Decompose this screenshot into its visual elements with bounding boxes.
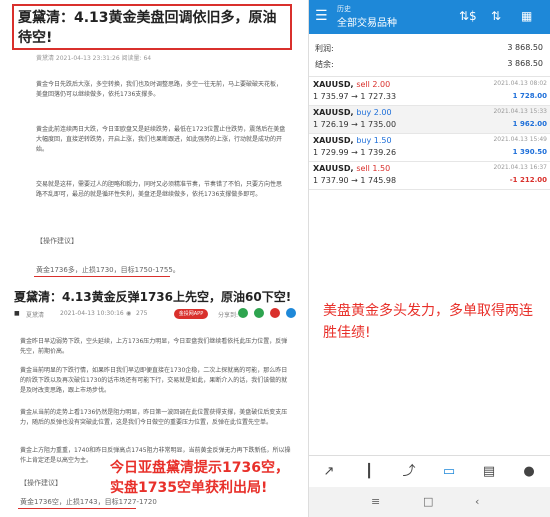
article1-op-label: 【操作建议】 [36, 237, 78, 245]
position-prices: 1 729.99 → 1 739.26 [313, 148, 397, 157]
position-direction: buy 2.00 [356, 108, 392, 117]
qq-share-icon[interactable] [286, 308, 296, 318]
eye-icon: ◉ [126, 310, 132, 317]
balance-value: 3 868.50 [507, 59, 543, 68]
article2-time: 2021-04-13 10:30:16 [60, 310, 124, 317]
position-profit: -1 212.00 [509, 176, 547, 184]
article2-share-label: 分享到: [218, 312, 239, 319]
position-row[interactable]: XAUUSD, sell 1.50 1 737.90 → 1 745.98 2021… [309, 162, 550, 190]
overlay-annotation: 今日亚盘黛清提示1736空， [110, 460, 289, 476]
article2-op-label: 【操作建议】 [20, 479, 62, 487]
article2-paragraph: 黄金从当前的走势上看1736仍然是阻力明显，昨日第一波回调在此位置获得支撑，美盘… [20, 409, 288, 426]
position-time: 2021.04.13 15:49 [493, 136, 547, 143]
article2-paragraph: 黄金当前明显的下跌行情，如果昨日我们早边即便直接在1730企稳，二次上探就高的可… [20, 367, 288, 394]
position-profit: 1 728.00 [512, 92, 547, 100]
position-prices: 1 726.19 → 1 735.00 [313, 120, 397, 129]
position-row[interactable]: XAUUSD, buy 2.00 1 726.19 → 1 735.00 2021.… [309, 106, 550, 134]
currency-filter-icon[interactable]: ⇅$ [459, 9, 477, 23]
trade-icon[interactable]: ⤴ [401, 464, 417, 480]
article2-views: 275 [136, 310, 148, 317]
article-panel: 夏黛清：4.13黄金美盘回调依旧多，原油待空! 黄黛清 2021-04-13 2… [0, 0, 308, 517]
position-time: 2021.04.13 16:37 [493, 164, 547, 171]
position-prices: 1 735.97 → 1 727.33 [313, 92, 397, 101]
weibo-share-icon[interactable] [270, 308, 280, 318]
position-symbol: XAUUSD, sell 2.00 [313, 80, 391, 89]
messages-icon[interactable]: ● [521, 464, 537, 480]
sort-icon[interactable]: ⇅ [491, 9, 501, 23]
article1-paragraph: 交易就是这样，需要过人的胆略和毅力，同时又必须精准节奏，节奏错了不怕，只要方向性… [36, 181, 283, 198]
article1-paragraph: 黄金此前连续两日大跌，今日亚欧盘又是延续跌势，最低在1723位置止住跌势，震荡后… [36, 126, 286, 153]
position-direction: sell 2.00 [356, 80, 391, 89]
header-title[interactable]: 全部交易品种 [337, 14, 397, 29]
chart-icon[interactable]: ┃ [361, 464, 377, 480]
trading-app-screen: ☰ 历史 全部交易品种 ⇅$ ⇅ ▦ 利润: 3 868.50 结余: 3 86… [308, 0, 550, 517]
history-icon[interactable]: ▭ [441, 464, 457, 480]
annotation-note: 美盘黄金多头发力，多单取得两连胜佳绩! [323, 303, 533, 341]
position-row[interactable]: XAUUSD, buy 1.50 1 729.99 → 1 739.26 2021.… [309, 134, 550, 162]
position-direction: buy 1.50 [356, 136, 392, 145]
back-icon[interactable]: ‹ [475, 495, 479, 508]
profit-value: 3 868.50 [507, 43, 543, 52]
position-direction: sell 1.50 [356, 164, 391, 173]
balance-row: 结余: 3 868.50 [315, 56, 543, 72]
home-icon[interactable]: □ [423, 495, 433, 508]
position-symbol: XAUUSD, sell 1.50 [313, 164, 391, 173]
position-profit: 1 390.50 [512, 148, 547, 156]
article2-op-text: 黄金1736空，止损1743，目标1727-1720 [20, 498, 157, 506]
position-time: 2021.04.13 15:33 [493, 108, 547, 115]
profit-row: 利润: 3 868.50 [315, 40, 543, 56]
recents-icon[interactable]: ≡ [371, 495, 380, 508]
position-row[interactable]: XAUUSD, sell 2.00 1 735.97 → 1 727.33 2021… [309, 78, 550, 106]
profit-label: 利润: [315, 44, 334, 53]
app-header: ☰ 历史 全部交易品种 ⇅$ ⇅ ▦ [309, 0, 550, 34]
author-avatar: ■ [14, 310, 20, 317]
calendar-icon[interactable]: ▦ [521, 9, 532, 23]
bottom-toolbar: ↗ ┃ ⤴ ▭ ▤ ● [309, 455, 550, 488]
position-symbol: XAUUSD, buy 2.00 [313, 108, 392, 117]
article2-author[interactable]: 夏黛清 [26, 310, 44, 319]
divider [309, 76, 550, 77]
article1-title[interactable]: 夏黛清：4.13黄金美盘回调依旧多，原油待空! [18, 8, 286, 48]
article1-op-text: 黄金1736多，止损1730，目标1750-1755。 [36, 266, 180, 274]
article2-title[interactable]: 夏黛清：4.13黄金反弹1736上先空，原油60下空! [14, 288, 304, 305]
op-underline [34, 276, 170, 277]
menu-icon[interactable]: ☰ [315, 9, 329, 23]
position-profit: 1 962.00 [512, 120, 547, 128]
article2-paragraph: 黄金昨日早边弱势下跌，空头延续，上方1736压力明显，今日亚盘我们继续看依托此压… [20, 338, 288, 355]
header-section: 历史 [337, 5, 351, 13]
position-time: 2021.04.13 08:02 [493, 80, 547, 87]
system-nav-bar: ≡ □ ‹ [309, 487, 550, 517]
position-prices: 1 737.90 → 1 745.98 [313, 176, 397, 185]
op-underline [18, 508, 136, 509]
article1-meta: 黄黛清 2021-04-13 23:31:26 阅读量: 64 [36, 55, 152, 62]
news-icon[interactable]: ▤ [481, 464, 497, 480]
wechat-share-icon[interactable] [238, 308, 248, 318]
quotes-icon[interactable]: ↗ [321, 464, 337, 480]
app-download-button[interactable]: 金投网APP [174, 309, 208, 319]
article1-paragraph: 黄金今日先跌后大涨，多空转换，我们也及时调整思路，多空一往无前，马上要破破天花板… [36, 81, 283, 98]
moments-share-icon[interactable] [254, 308, 264, 318]
position-symbol: XAUUSD, buy 1.50 [313, 136, 392, 145]
overlay-annotation: 实盘1735空单获利出局! [110, 480, 268, 496]
balance-label: 结余: [315, 60, 334, 69]
